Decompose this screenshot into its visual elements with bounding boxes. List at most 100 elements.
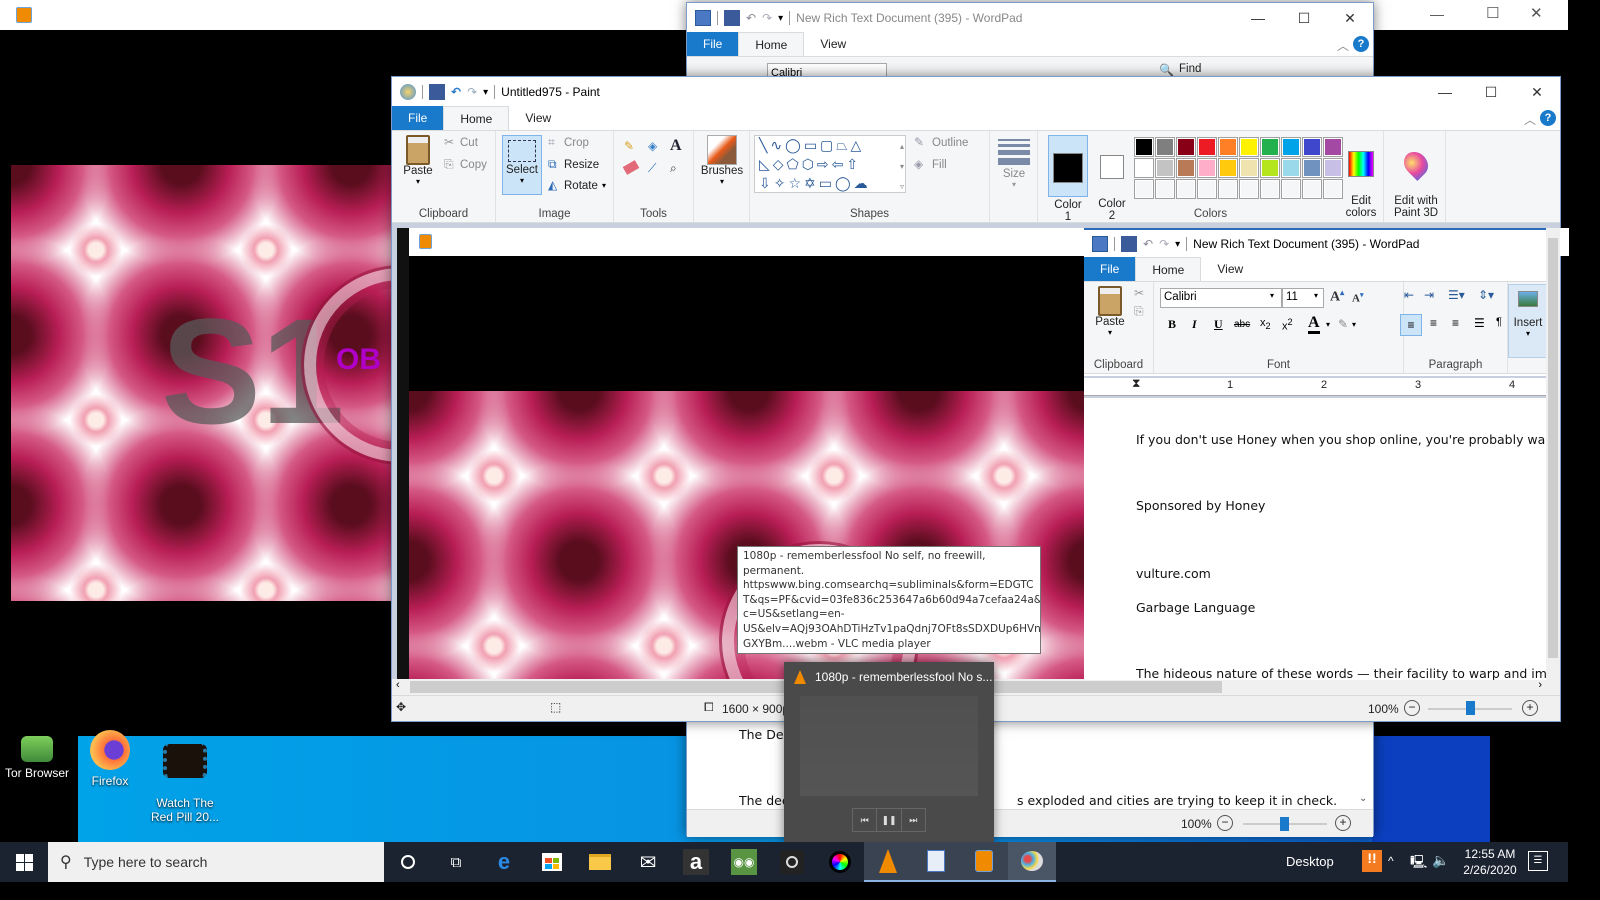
bold-icon[interactable]: B (1168, 317, 1176, 332)
save-icon[interactable] (1121, 236, 1137, 252)
taskbar-camera[interactable] (768, 842, 816, 882)
palette-swatch[interactable] (1197, 137, 1217, 157)
shapes-gallery[interactable]: ╲∿◯▭▢⏢△ ◺◇⬠⬡⇨⇦⇧ ⇩✧☆✡▭◯☁ (754, 135, 906, 193)
palette-swatch[interactable] (1281, 158, 1301, 178)
palette-custom-slot[interactable] (1176, 179, 1196, 199)
taskbar-file-explorer[interactable] (576, 842, 624, 882)
collapse-ribbon-icon[interactable]: ︿ (1524, 111, 1536, 128)
undo-icon[interactable]: ↶ (746, 11, 756, 25)
wordpad-front-titlebar[interactable]: ↶ ↷ ▾ New Rich Text Document (395) - Wor… (1084, 230, 1546, 258)
tab-home[interactable]: Home (1135, 257, 1202, 281)
start-button[interactable] (0, 842, 48, 882)
palette-custom-slot[interactable] (1281, 179, 1301, 199)
bullets-icon[interactable]: ☰▾ (1448, 288, 1465, 302)
scroll-left-icon[interactable]: ‹ (396, 679, 400, 691)
palette-custom-slot[interactable] (1302, 179, 1322, 199)
taskbar-amazon[interactable]: a (672, 842, 720, 882)
resize-button[interactable]: Resize (564, 159, 599, 171)
taskbar-mail[interactable]: ✉ (624, 842, 672, 882)
font-color-icon[interactable]: A (1308, 315, 1320, 334)
magnifier-icon[interactable]: ⌕ (670, 161, 677, 176)
zoom-in-button[interactable]: + (1335, 815, 1351, 831)
vlc-taskbar-preview[interactable]: 1080p - rememberlessfool No s... ⏮ ❚❚ ⏭ (784, 662, 994, 842)
underline-icon[interactable]: U (1214, 317, 1223, 332)
palette-swatch[interactable] (1218, 137, 1238, 157)
zoom-slider-thumb[interactable] (1280, 817, 1289, 831)
tab-file[interactable]: File (1084, 257, 1136, 281)
palette-swatch[interactable] (1239, 137, 1259, 157)
zoom-in-button[interactable]: + (1522, 700, 1538, 716)
copy-icon[interactable]: ⎘ (1134, 304, 1144, 319)
redo-icon[interactable]: ↷ (1159, 237, 1169, 251)
palette-custom-slot[interactable] (1134, 179, 1154, 199)
line-spacing-icon[interactable]: ⇕▾ (1478, 288, 1494, 302)
taskbar-paint[interactable] (1008, 842, 1056, 882)
size-button[interactable]: Size ▾ (998, 137, 1030, 189)
tab-home[interactable]: Home (738, 32, 805, 56)
taskbar-vlc-window[interactable] (960, 842, 1008, 882)
undo-icon[interactable]: ↶ (1143, 237, 1153, 251)
tab-view[interactable]: View (804, 32, 862, 56)
align-left-icon[interactable]: ≡ (1400, 314, 1422, 336)
paste-button[interactable]: Paste ▾ (400, 135, 436, 186)
paint-titlebar[interactable]: ↶ ↷ ▾ Untitled975 - Paint — ☐ ✕ (392, 77, 1560, 107)
palette-swatch[interactable] (1302, 158, 1322, 178)
crop-button[interactable]: Crop (564, 137, 589, 149)
redo-icon[interactable]: ↷ (467, 85, 477, 99)
palette-swatch[interactable] (1260, 137, 1280, 157)
scroll-down-icon[interactable]: ⌄ (1359, 793, 1367, 804)
cut-button[interactable]: Cut (460, 137, 478, 149)
wordpad-back-titlebar[interactable]: ↶ ↷ ▾ New Rich Text Document (395) - Wor… (687, 3, 1373, 33)
palette-swatch[interactable] (1302, 137, 1322, 157)
insert-button[interactable]: Insert ▾ (1508, 284, 1546, 358)
copy-button[interactable]: Copy (460, 159, 487, 171)
taskbar-wordpad[interactable] (912, 842, 960, 882)
fill-button[interactable]: Fill (932, 159, 947, 171)
close-button[interactable]: ✕ (1530, 4, 1543, 22)
help-icon[interactable]: ? (1540, 110, 1556, 126)
customize-qat-icon[interactable]: ▾ (483, 87, 488, 98)
cortana-button[interactable] (384, 842, 432, 882)
palette-swatch[interactable] (1176, 137, 1196, 157)
notifications-icon[interactable]: ☰ (1528, 851, 1548, 871)
decrease-indent-icon[interactable]: ⇤ (1404, 288, 1414, 302)
highlight-icon[interactable]: ✎ (1338, 317, 1348, 331)
color2-button[interactable]: Color 2 (1092, 135, 1132, 222)
increase-indent-icon[interactable]: ⇥ (1424, 288, 1434, 302)
brushes-button[interactable]: Brushes ▾ (698, 135, 746, 186)
palette-swatch[interactable] (1176, 158, 1196, 178)
taskbar-tripadvisor[interactable]: ◉◉ (720, 842, 768, 882)
taskbar-edge[interactable]: e (480, 842, 528, 882)
palette-swatch[interactable] (1239, 158, 1259, 178)
color-picker-icon[interactable]: ⟋ (648, 161, 656, 176)
paint-vscrollbar[interactable] (1546, 228, 1560, 680)
customize-qat-icon[interactable]: ▾ (778, 13, 783, 24)
find-icon[interactable]: 🔍 (1159, 63, 1174, 77)
zoom-out-button[interactable]: − (1217, 815, 1233, 831)
text-icon[interactable]: A (670, 137, 682, 155)
search-box[interactable]: ⚲ Type here to search (48, 842, 384, 882)
strikethrough-icon[interactable]: abc (1234, 319, 1250, 330)
eraser-icon[interactable] (622, 160, 640, 175)
outline-button[interactable]: Outline (932, 137, 968, 149)
wordpad-window-front[interactable]: ↶ ↷ ▾ New Rich Text Document (395) - Wor… (1084, 228, 1546, 680)
palette-swatch[interactable] (1155, 158, 1175, 178)
maximize-button[interactable]: ☐ (1468, 77, 1514, 107)
close-button[interactable]: ✕ (1327, 3, 1373, 33)
scroll-right-icon[interactable]: › (1538, 679, 1542, 691)
minimize-button[interactable]: — (1430, 6, 1444, 22)
font-name-select[interactable]: Calibri (1160, 288, 1282, 308)
fill-bucket-icon[interactable]: ◈ (648, 139, 657, 153)
desktop-icon-tor-browser[interactable]: Tor Browser (2, 736, 72, 780)
scroll-thumb[interactable] (1548, 238, 1558, 658)
subscript-icon[interactable]: x2 (1260, 317, 1271, 331)
find-button[interactable]: Find (1179, 63, 1201, 75)
clock[interactable]: 12:55 AM 2/26/2020 (1460, 846, 1520, 878)
task-view-button[interactable]: ⧉ (432, 842, 480, 882)
grow-font-icon[interactable]: A▴ (1330, 288, 1344, 306)
help-icon[interactable]: ? (1353, 36, 1369, 52)
palette-swatch[interactable] (1197, 158, 1217, 178)
close-button[interactable]: ✕ (1514, 77, 1560, 107)
desktop-icon-firefox[interactable]: Firefox (75, 730, 145, 788)
previous-button[interactable]: ⏮ (853, 809, 878, 831)
